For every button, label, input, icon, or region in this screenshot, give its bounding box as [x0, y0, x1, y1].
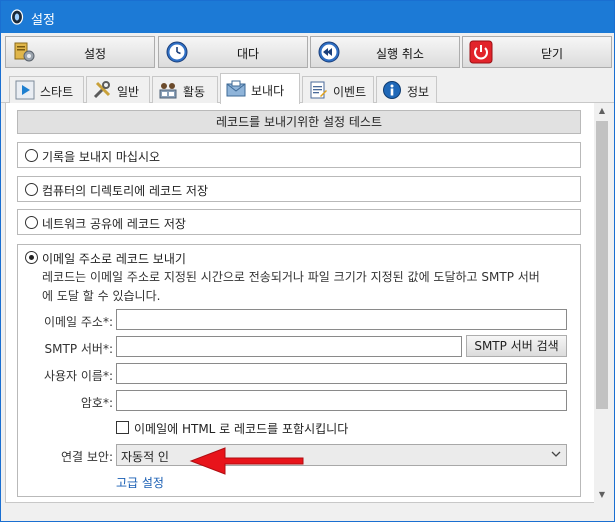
option-label: 네트워크 공유에 레코드 저장: [42, 217, 186, 231]
rewind-icon: [318, 41, 340, 63]
tab-label: 일반: [117, 85, 140, 99]
title-bar[interactable]: 설정: [1, 1, 614, 33]
settings-window: 설정 설정 대다 실행 취소 닫기 스타트 일반 활동 보내다 이벤트 정보 ▲…: [0, 0, 615, 522]
password-field[interactable]: [116, 390, 567, 411]
tools-icon: [93, 81, 111, 99]
email-field-label: 이메일 주소*:: [43, 315, 113, 329]
option-label: 이메일 주소로 레코드 보내기: [42, 252, 186, 266]
email-description-line: 레코드는 이메일 주소로 지정된 시간으로 전송되거나 파일 크기가 지정된 값…: [42, 270, 540, 284]
settings-icon: [14, 42, 35, 62]
tab-activity[interactable]: 활동: [152, 76, 218, 103]
option-label: 컴퓨터의 디렉토리에 레코드 저장: [42, 184, 209, 198]
username-field-label: 사용자 이름*:: [43, 369, 113, 383]
html-records-checkbox[interactable]: [116, 421, 129, 434]
scroll-down-arrow-icon[interactable]: ▼: [594, 487, 610, 503]
vertical-scrollbar[interactable]: ▲ ▼: [594, 103, 610, 503]
radio-no-send[interactable]: [25, 149, 38, 162]
email-field[interactable]: [116, 309, 567, 330]
password-field-label: 암호*:: [80, 396, 113, 410]
radio-save-directory[interactable]: [25, 183, 38, 196]
people-icon: [159, 83, 177, 99]
toolbar: 설정 대다 실행 취소 닫기: [1, 33, 614, 71]
tab-label: 활동: [183, 85, 206, 99]
undo-button[interactable]: 실행 취소: [310, 36, 460, 68]
email-description: 레코드는 이메일 주소로 지정된 시간으로 전송되거나 파일 크기가 지정된 값…: [42, 268, 572, 306]
email-description-line: 에 도달 할 수 있습니다.: [42, 289, 161, 303]
security-label: 연결 보안:: [60, 450, 113, 464]
settings-button-label: 설정: [83, 47, 107, 61]
close-button-label: 닫기: [540, 47, 564, 61]
smtp-search-button[interactable]: SMTP 서버 검색: [466, 335, 567, 357]
tab-label: 정보: [407, 85, 430, 99]
scroll-thumb[interactable]: [596, 121, 608, 409]
undo-button-label: 실행 취소: [376, 47, 424, 61]
window-title: 설정: [31, 13, 55, 28]
app-icon: [10, 9, 24, 25]
security-select-value: 자동적 인: [121, 450, 169, 464]
username-field[interactable]: [116, 363, 567, 384]
tab-events[interactable]: 이벤트: [302, 76, 374, 103]
radio-network-share[interactable]: [25, 216, 38, 229]
smtp-field-label: SMTP 서버*:: [44, 342, 113, 356]
tab-send[interactable]: 보내다: [220, 73, 300, 104]
radio-email[interactable]: [25, 251, 38, 264]
scroll-up-arrow-icon[interactable]: ▲: [594, 103, 610, 119]
option-label: 기록을 보내지 마십시오: [42, 150, 161, 164]
html-records-checkbox-label: 이메일에 HTML 로 레코드를 포함시킵니다: [134, 422, 349, 436]
clock-icon: [166, 41, 188, 63]
tab-start[interactable]: 스타트: [9, 76, 84, 103]
chevron-down-icon: [551, 451, 561, 457]
tab-strip: 스타트 일반 활동 보내다 이벤트 정보: [1, 73, 614, 104]
option-no-send[interactable]: 기록을 보내지 마십시오: [17, 142, 581, 168]
play-icon: [15, 80, 35, 100]
section-header: 레코드를 보내기위한 설정 테스트: [17, 110, 581, 134]
option-network-share[interactable]: 네트워크 공유에 레코드 저장: [17, 209, 581, 235]
tab-label: 스타트: [40, 85, 74, 99]
tab-label: 이벤트: [333, 85, 367, 99]
security-select[interactable]: 자동적 인: [116, 444, 567, 466]
envelope-icon: [226, 80, 246, 97]
wait-button-label: 대다: [236, 47, 260, 61]
wait-button[interactable]: 대다: [158, 36, 308, 68]
smtp-field[interactable]: [116, 336, 462, 357]
info-icon: [383, 81, 401, 99]
tab-info[interactable]: 정보: [376, 76, 437, 103]
option-save-directory[interactable]: 컴퓨터의 디렉토리에 레코드 저장: [17, 176, 581, 202]
power-icon: [469, 40, 493, 64]
close-button[interactable]: 닫기: [462, 36, 612, 68]
advanced-settings-link[interactable]: 고급 설정: [116, 474, 164, 491]
tab-general[interactable]: 일반: [86, 76, 150, 103]
settings-button[interactable]: 설정: [5, 36, 155, 68]
notepad-icon: [310, 81, 327, 99]
tab-label: 보내다: [251, 84, 285, 98]
red-arrow-annotation: [189, 447, 304, 475]
